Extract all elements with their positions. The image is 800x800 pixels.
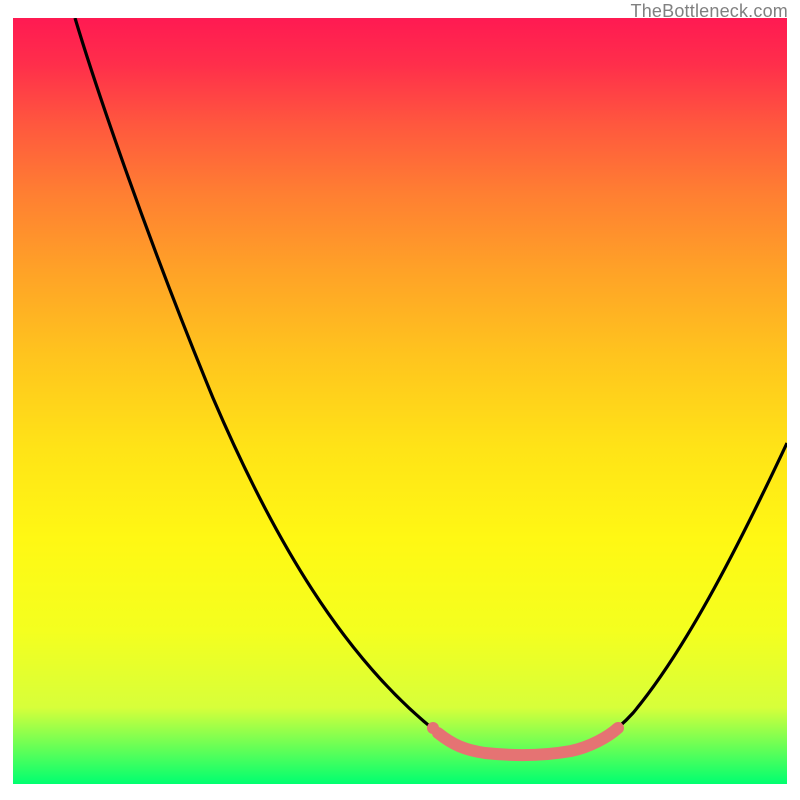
curve-path <box>75 18 787 755</box>
chart-container: TheBottleneck.com <box>0 0 800 800</box>
plot-gradient-area <box>13 18 787 784</box>
bottleneck-curve <box>13 18 787 784</box>
watermark-text: TheBottleneck.com <box>631 1 788 22</box>
highlight-band <box>438 728 618 755</box>
highlight-start-dot <box>427 722 439 734</box>
